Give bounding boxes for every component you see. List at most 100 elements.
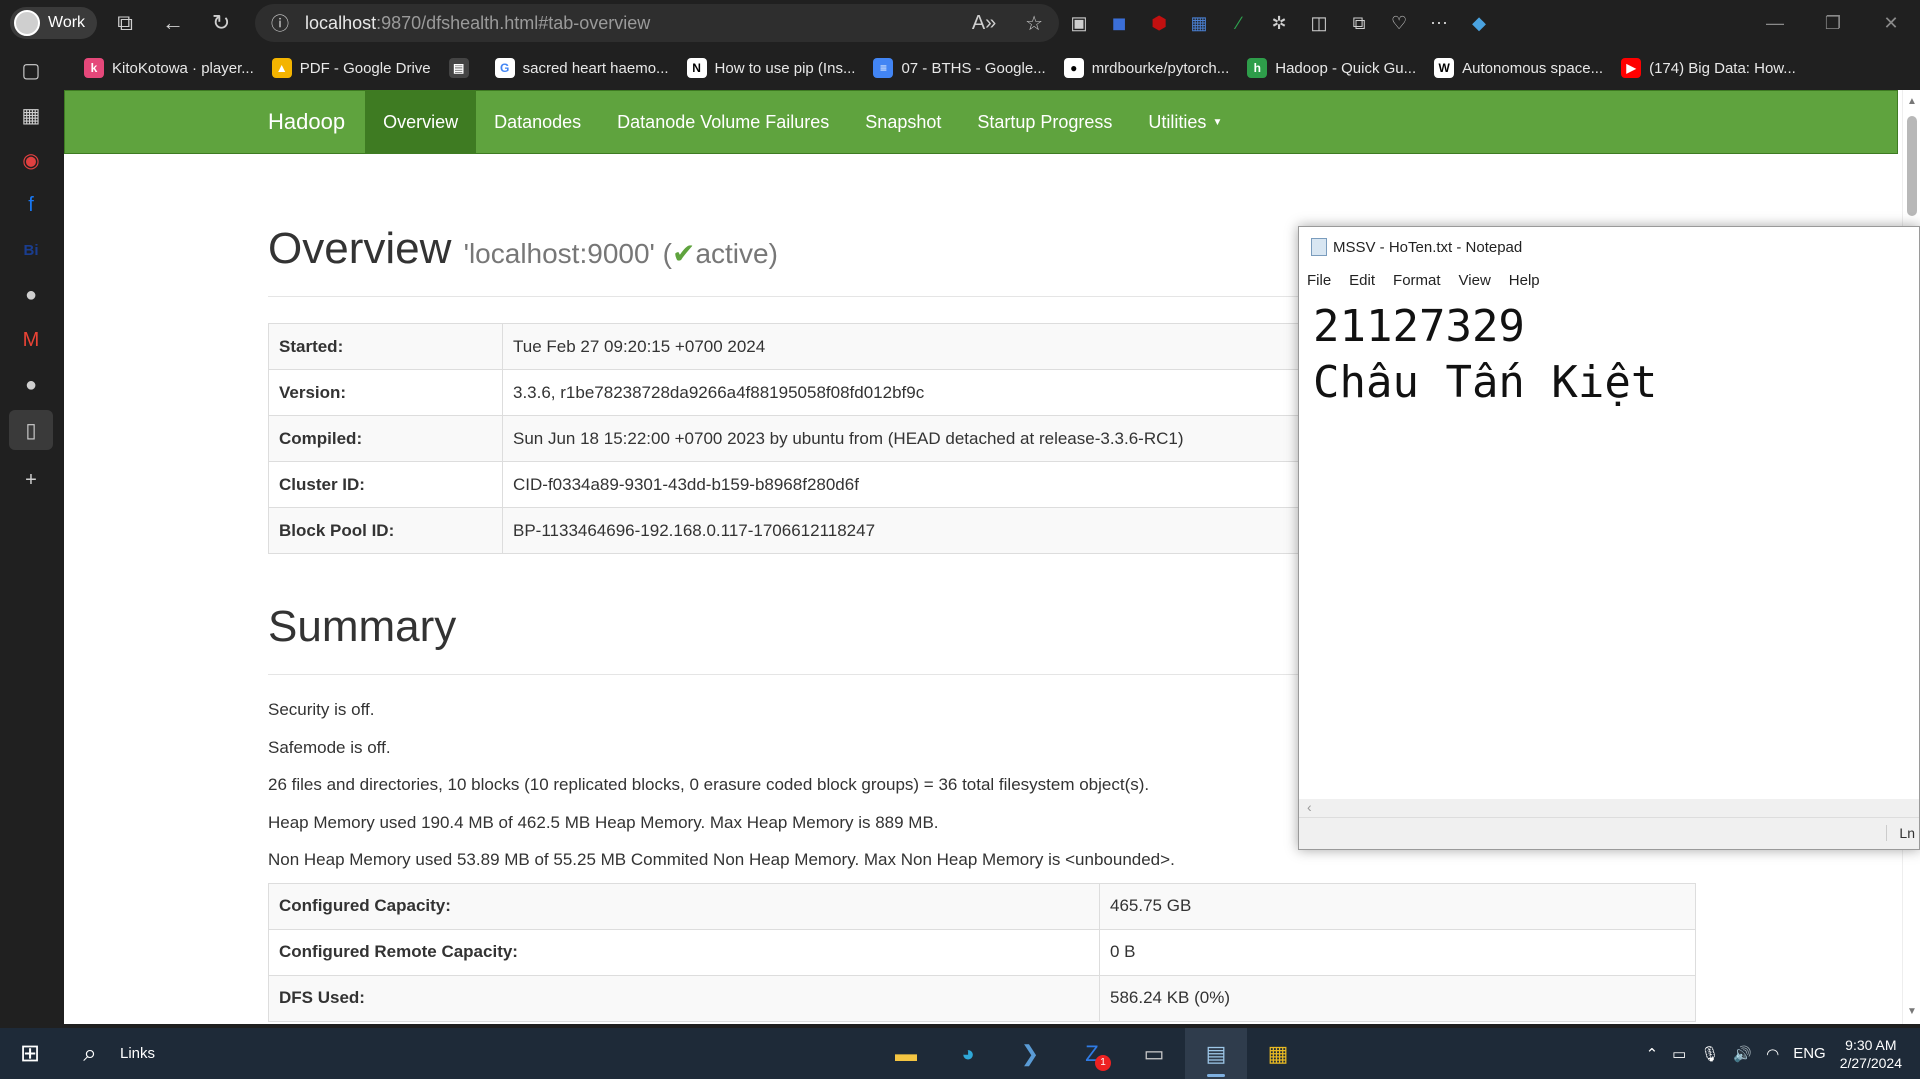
wifi-icon[interactable]: ◠ bbox=[1766, 1045, 1779, 1063]
restore-icon[interactable]: ❐ bbox=[1804, 0, 1862, 46]
tab-record-icon[interactable]: ◉ bbox=[9, 140, 53, 180]
row-key: Configured Remote Capacity: bbox=[268, 928, 1100, 976]
tab-github-icon[interactable]: ● bbox=[9, 275, 53, 315]
scroll-left-icon[interactable]: ‹ bbox=[1307, 799, 1312, 815]
bookmark-item[interactable]: N How to use pip (Ins... bbox=[683, 58, 870, 78]
workspaces-icon[interactable]: ⧉ bbox=[105, 3, 145, 43]
profile-button[interactable]: Work bbox=[10, 7, 98, 39]
bookmark-item[interactable]: ▤ bbox=[445, 58, 491, 78]
nav-utilities[interactable]: Utilities ▼ bbox=[1130, 91, 1240, 153]
site-info-icon[interactable]: ⓘ bbox=[255, 10, 305, 36]
bookmark-label: mrdbourke/pytorch... bbox=[1091, 59, 1230, 77]
extensions-puzzle-icon[interactable]: ✲ bbox=[1259, 3, 1299, 43]
split-screen-icon[interactable]: ◫ bbox=[1299, 3, 1339, 43]
nav-volume-failures[interactable]: Datanode Volume Failures bbox=[599, 91, 847, 153]
row-key: Compiled: bbox=[268, 415, 503, 462]
nav-startup-progress[interactable]: Startup Progress bbox=[959, 91, 1130, 153]
bookmark-label: 07 - BTHS - Google... bbox=[901, 59, 1046, 77]
edge-icon[interactable]: ◕ bbox=[937, 1028, 999, 1079]
bookmark-label: sacred heart haemo... bbox=[522, 59, 669, 77]
notepad-menubar: File Edit Format View Help bbox=[1299, 267, 1919, 293]
wikipedia-icon: W bbox=[1434, 58, 1455, 78]
clock-time: 9:30 AM bbox=[1845, 1036, 1897, 1053]
extension-icon[interactable]: ▦ bbox=[1179, 3, 1219, 43]
ublock-icon[interactable]: ⬢ bbox=[1139, 3, 1179, 43]
tab-gmail-icon[interactable]: M bbox=[9, 320, 53, 360]
close-icon[interactable]: ✕ bbox=[1862, 0, 1920, 46]
nav-overview[interactable]: Overview bbox=[365, 91, 477, 153]
nav-snapshot[interactable]: Snapshot bbox=[847, 91, 959, 153]
url-text: localhost:9870/dfshealth.html#tab-overvi… bbox=[305, 13, 959, 34]
collections-icon[interactable]: ⧉ bbox=[1339, 3, 1379, 43]
notepad-text-area[interactable]: 21127329 Châu Tấn Kiệt bbox=[1299, 293, 1919, 417]
clock-date: 2/27/2024 bbox=[1839, 1054, 1902, 1071]
hadoop-brand[interactable]: Hadoop bbox=[65, 91, 365, 153]
tab-page-icon[interactable]: ▯ bbox=[9, 410, 53, 450]
read-aloud-icon[interactable]: A» bbox=[959, 12, 1009, 35]
tab-actions-icon[interactable]: ▢ bbox=[9, 50, 53, 90]
file-explorer-icon[interactable]: ▬ bbox=[875, 1028, 937, 1079]
menu-file[interactable]: File bbox=[1307, 272, 1331, 289]
more-menu-icon[interactable]: ⋯ bbox=[1419, 3, 1459, 43]
nav-datanodes[interactable]: Datanodes bbox=[476, 91, 599, 153]
bookmark-item[interactable]: ≡ 07 - BTHS - Google... bbox=[869, 58, 1059, 78]
refresh-icon[interactable]: ↻ bbox=[201, 3, 241, 43]
scroll-up-icon[interactable]: ▲ bbox=[1906, 96, 1918, 108]
microphone-icon[interactable]: 🎙 bbox=[1700, 1045, 1719, 1063]
minimize-icon[interactable]: — bbox=[1746, 0, 1804, 46]
paint-icon[interactable]: ▦ bbox=[1247, 1028, 1309, 1079]
menu-view[interactable]: View bbox=[1459, 272, 1491, 289]
bookmark-item[interactable]: Gsacred heart haemo... bbox=[491, 58, 683, 78]
search-icon[interactable]: ⌕ bbox=[60, 1040, 120, 1068]
bookmark-item[interactable]: h Hadoop - Quick Gu... bbox=[1243, 58, 1430, 78]
overview-host: 'localhost:9000' ( bbox=[463, 238, 672, 269]
avatar bbox=[14, 10, 40, 36]
notification-badge: 1 bbox=[1095, 1055, 1111, 1071]
capacity-table: Configured Capacity: 465.75 GB Configured… bbox=[268, 882, 1696, 1022]
links-toolbar[interactable]: Links bbox=[120, 1045, 155, 1062]
notepad-window[interactable]: MSSV - HoTen.txt - Notepad File Edit For… bbox=[1298, 226, 1920, 850]
tab-github-icon[interactable]: ● bbox=[9, 365, 53, 405]
language-indicator[interactable]: ENG bbox=[1793, 1045, 1826, 1062]
windows-start-icon[interactable]: ⊞ bbox=[0, 1028, 60, 1079]
bookmark-item[interactable]: ▶ (174) Big Data: How... bbox=[1617, 58, 1810, 78]
chevron-up-icon[interactable]: ⌃ bbox=[1646, 1045, 1659, 1063]
scroll-down-icon[interactable]: ▼ bbox=[1906, 1006, 1918, 1018]
address-bar[interactable]: ⓘ localhost:9870/dfshealth.html#tab-over… bbox=[255, 4, 1060, 42]
extension-icon[interactable]: ◼ bbox=[1099, 3, 1139, 43]
extension-icon[interactable]: ∕ bbox=[1219, 3, 1259, 43]
extension-icon[interactable]: ▣ bbox=[1059, 3, 1099, 43]
notepad-taskbar-icon[interactable]: ▤ bbox=[1185, 1028, 1247, 1079]
favorites-bar: k KitoKotowa · player... ▲ PDF - Google Dr… bbox=[0, 46, 1920, 90]
back-icon[interactable]: ← bbox=[153, 3, 193, 43]
terminal-icon[interactable]: ▭ bbox=[1123, 1028, 1185, 1079]
bookmark-item[interactable]: W Autonomous space... bbox=[1430, 58, 1617, 78]
battery-icon[interactable]: ▭ bbox=[1672, 1045, 1686, 1063]
tab-facebook-icon[interactable]: f bbox=[9, 185, 53, 225]
menu-edit[interactable]: Edit bbox=[1349, 272, 1375, 289]
edge-sidebar: ▢ ▦ ◉ f Bi ● M ● ▯ + bbox=[0, 46, 62, 1028]
notepad-titlebar[interactable]: MSSV - HoTen.txt - Notepad bbox=[1299, 227, 1919, 267]
tab-bi-icon[interactable]: Bi bbox=[9, 230, 53, 270]
notepad-hscrollbar[interactable]: ‹ bbox=[1299, 799, 1919, 817]
tab-calendar-icon[interactable]: ▦ bbox=[9, 95, 53, 135]
bookmark-item[interactable]: ● mrdbourke/pytorch... bbox=[1060, 58, 1244, 78]
browser-essentials-icon[interactable]: ♡ bbox=[1379, 3, 1419, 43]
new-tab-icon[interactable]: + bbox=[9, 460, 53, 500]
bookmark-item[interactable]: k KitoKotowa · player... bbox=[80, 58, 268, 78]
overview-state: active bbox=[695, 238, 769, 269]
calendar-icon: ▤ bbox=[448, 58, 469, 78]
favorite-star-icon[interactable]: ☆ bbox=[1009, 11, 1059, 36]
line-indicator: Ln bbox=[1886, 825, 1915, 841]
scroll-thumb[interactable] bbox=[1907, 116, 1917, 216]
powershell-icon[interactable]: ❯ bbox=[999, 1028, 1061, 1079]
bookmark-item[interactable]: ▲ PDF - Google Drive bbox=[268, 58, 445, 78]
menu-help[interactable]: Help bbox=[1509, 272, 1540, 289]
clock[interactable]: 9:30 AM 2/27/2024 bbox=[1840, 1036, 1902, 1072]
copilot-icon[interactable]: ◆ bbox=[1459, 3, 1499, 43]
student-name-line: Châu Tấn Kiệt bbox=[1313, 357, 1658, 408]
volume-icon[interactable]: 🔊 bbox=[1733, 1045, 1752, 1063]
menu-format[interactable]: Format bbox=[1393, 272, 1441, 289]
overview-close: ) bbox=[768, 238, 778, 269]
zalo-icon[interactable]: Z1 bbox=[1061, 1028, 1123, 1079]
